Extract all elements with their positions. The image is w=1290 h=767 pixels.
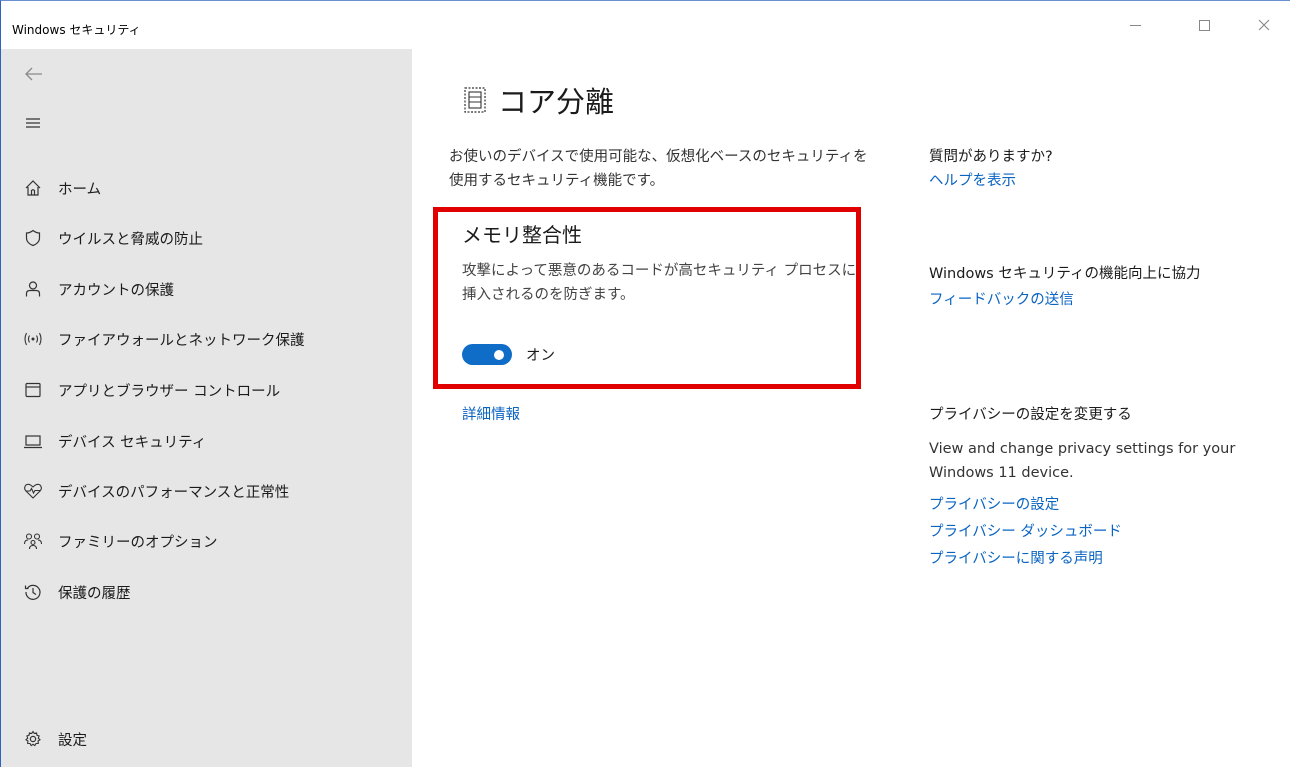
sidebar-item-home[interactable]: ホーム: [1, 166, 412, 210]
person-icon: [23, 279, 43, 299]
maximize-button[interactable]: [1194, 15, 1214, 35]
sidebar-item-protection-history[interactable]: 保護の履歴: [1, 570, 412, 614]
toggle-state-label: オン: [526, 348, 555, 364]
sidebar-item-label: デバイスのパフォーマンスと正常性: [58, 485, 290, 501]
privacy-settings-link[interactable]: プライバシーの設定: [929, 497, 1059, 513]
core-isolation-chip-icon: [464, 87, 486, 113]
memory-integrity-toggle-row: オン: [462, 344, 555, 365]
maximize-icon: [1198, 19, 1210, 31]
gear-icon: [23, 729, 43, 749]
sidebar-item-app-browser-control[interactable]: アプリとブラウザー コントロール: [1, 368, 412, 412]
feedback-heading: Windows セキュリティの機能向上に協力: [929, 266, 1201, 282]
sidebar-item-label: ホーム: [58, 182, 102, 198]
shield-icon: [23, 228, 43, 248]
privacy-body: View and change privacy settings for you…: [929, 441, 1236, 481]
help-section: 質問がありますか? ヘルプを表示: [929, 145, 1239, 190]
sidebar-item-label: ファイアウォールとネットワーク保護: [58, 333, 305, 349]
get-help-link[interactable]: ヘルプを表示: [929, 173, 1016, 189]
page-header: コア分離: [464, 79, 614, 121]
privacy-heading: プライバシーの設定を変更する: [929, 407, 1132, 423]
laptop-icon: [23, 431, 43, 451]
feedback-section: Windows セキュリティの機能向上に協力 フィードバックの送信: [929, 262, 1239, 309]
sidebar-item-family-options[interactable]: ファミリーのオプション: [1, 519, 412, 563]
back-button[interactable]: [23, 63, 47, 87]
toggle-knob: [494, 349, 504, 360]
privacy-section: プライバシーの設定を変更する View and change privacy s…: [929, 403, 1239, 572]
learn-more-link[interactable]: 詳細情報: [462, 403, 520, 424]
sidebar-item-device-security[interactable]: デバイス セキュリティ: [1, 419, 412, 463]
sidebar-item-label: ウイルスと脅威の防止: [58, 232, 203, 248]
title-bar: Windows セキュリティ: [1, 1, 1290, 49]
memory-integrity-toggle[interactable]: [462, 344, 512, 365]
help-heading: 質問がありますか?: [929, 149, 1053, 165]
memory-integrity-title: メモリ整合性: [462, 223, 582, 247]
heart-pulse-icon: [23, 481, 43, 501]
sidebar-item-label: ファミリーのオプション: [58, 535, 218, 551]
sidebar-item-settings[interactable]: 設定: [1, 717, 412, 761]
home-icon: [23, 178, 43, 198]
sidebar-item-account-protection[interactable]: アカウントの保護: [1, 267, 412, 311]
sidebar-item-label: アプリとブラウザー コントロール: [58, 384, 281, 400]
privacy-dashboard-link[interactable]: プライバシー ダッシュボード: [929, 524, 1122, 540]
family-icon: [23, 531, 43, 551]
sidebar: ホーム ウイルスと脅威の防止 アカウントの保護 ファイアウォールとネットワーク保…: [1, 49, 412, 767]
minimize-button[interactable]: [1125, 15, 1145, 35]
back-arrow-icon: [25, 67, 42, 81]
sidebar-item-device-performance[interactable]: デバイスのパフォーマンスと正常性: [1, 469, 412, 513]
close-icon: [1258, 19, 1270, 31]
hamburger-menu-button[interactable]: [23, 113, 47, 137]
sidebar-item-label: デバイス セキュリティ: [58, 435, 207, 451]
memory-integrity-description: 攻撃によって悪意のあるコードが高セキュリティ プロセスに挿入されるのを防ぎます。: [462, 263, 857, 303]
page-description: お使いのデバイスで使用可能な、仮想化ベースのセキュリティを使用するセキュリティ機…: [449, 149, 868, 189]
window-title: Windows セキュリティ: [12, 23, 141, 37]
main-content: コア分離 お使いのデバイスで使用可能な、仮想化ベースのセキュリティを使用するセキ…: [412, 49, 1290, 767]
sidebar-item-label: 保護の履歴: [58, 586, 131, 602]
sidebar-item-label: 設定: [58, 733, 87, 749]
sidebar-item-virus-protection[interactable]: ウイルスと脅威の防止: [1, 216, 412, 260]
hamburger-icon: [26, 118, 40, 128]
send-feedback-link[interactable]: フィードバックの送信: [929, 292, 1074, 308]
app-window-icon: [23, 380, 43, 400]
page-title: コア分離: [498, 85, 615, 119]
sidebar-item-label: アカウントの保護: [58, 283, 174, 299]
wifi-antenna-icon: [23, 329, 43, 349]
app-window: Windows セキュリティ ホーム ウイルスと脅威の防止 アカウントの保護 フ…: [0, 0, 1290, 767]
history-icon: [23, 582, 43, 602]
sidebar-item-firewall[interactable]: ファイアウォールとネットワーク保護: [1, 317, 412, 361]
privacy-statement-link[interactable]: プライバシーに関する声明: [929, 551, 1103, 567]
close-button[interactable]: [1254, 15, 1274, 35]
minimize-icon: [1129, 24, 1141, 26]
